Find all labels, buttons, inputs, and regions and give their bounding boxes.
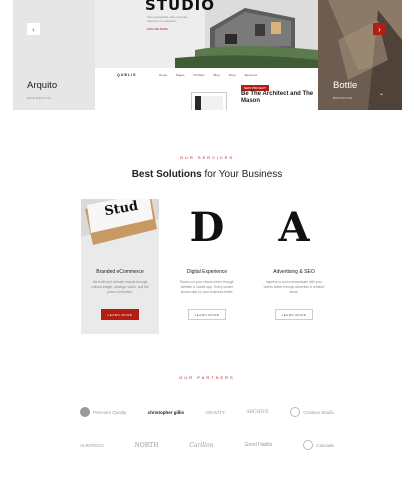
chevron-right-icon: › <box>378 24 381 34</box>
partner-name: Cascade <box>316 442 334 448</box>
partner-logo[interactable]: GRAVITY <box>206 410 225 415</box>
scroll-down-icon[interactable]: ⌄ <box>379 90 384 97</box>
service-name: Advertising & SEO <box>273 269 315 275</box>
partner-name: NORTH <box>134 441 159 449</box>
partners-row-1: Premium Quality christopher gillis GRAVI… <box>80 407 334 417</box>
preview-nav-item: Portfolio <box>193 73 205 77</box>
partner-logo[interactable]: Premium Quality <box>80 407 126 417</box>
partner-logo[interactable]: Creative Studio <box>290 407 334 417</box>
partner-name: GRAVITY <box>205 409 225 415</box>
partner-mark-icon <box>80 407 90 417</box>
hero-heading: STUDIO <box>145 0 215 14</box>
service-name: Digital Experience <box>186 269 228 275</box>
slide-subtitle: Residential <box>27 96 53 100</box>
slide-title: Arquito <box>27 80 58 91</box>
services-title-bold: Best Solutions <box>131 169 202 180</box>
partner-name: ARCHIVE <box>246 409 269 415</box>
service-desc: We build and unleash brands through cult… <box>91 280 149 294</box>
prev-arrow-button[interactable]: ‹ <box>27 23 40 35</box>
hero-text: Sed ut perspiciatis unde omnis iste natu… <box>147 16 188 23</box>
service-desc: Impress to and communicate with your cli… <box>263 280 325 294</box>
partner-logo[interactable]: Cascade <box>303 440 334 450</box>
preview-navbar: QUBLIS Home Pages Portfolio Blog Shop El… <box>95 68 318 82</box>
partners-row-2: ALRATECH NORTH Carillon Good Habits Casc… <box>80 440 334 450</box>
learn-more-button[interactable]: Learn more <box>101 309 139 320</box>
preview-nav-item: Elements <box>244 73 258 77</box>
partner-name: Creative Studio <box>303 409 334 415</box>
preview-content: New Project Be The Architect and The Mas… <box>95 82 318 110</box>
service-card-ecommerce[interactable]: Stud Branded eCommerce We build and unle… <box>81 199 159 334</box>
partner-logo[interactable]: Good Habits <box>245 442 273 448</box>
partner-logo[interactable]: Carillon <box>189 442 213 449</box>
partner-mark-icon <box>303 440 314 450</box>
letter-a-icon: A <box>278 204 310 251</box>
book-image: Stud <box>81 199 159 257</box>
services-eyebrow: Our Services <box>179 155 235 160</box>
learn-more-button[interactable]: Learn more <box>188 309 226 320</box>
partner-name: ALRATECH <box>80 442 104 448</box>
slide-bottle[interactable]: › Bottle Branding ⌄ <box>318 0 402 110</box>
partners-eyebrow: Our Partners <box>179 375 235 380</box>
device-mockup <box>191 92 227 110</box>
partner-name: Good Habits <box>244 442 273 448</box>
preview-headline: Be The Architect and The Mason <box>241 91 314 104</box>
slide-title: Bottle <box>333 80 358 91</box>
slide-arquito[interactable]: ‹ Arquito Residential <box>13 0 95 110</box>
book-image-svg: Stud <box>81 199 159 257</box>
service-card-digital[interactable]: D Digital Experience Reach out your clie… <box>168 199 246 334</box>
bottle-image <box>318 0 402 110</box>
service-letter-image: A <box>255 199 333 257</box>
service-name: Branded eCommerce <box>96 269 144 275</box>
partner-name: christopher gillis <box>147 409 185 415</box>
hero-carousel: ‹ Arquito Residential STUDIO Sed ut pers… <box>13 0 402 110</box>
letter-d-icon: D <box>189 204 225 251</box>
hero-link[interactable]: Explore more <box>147 28 168 31</box>
partner-mark-icon <box>290 407 301 417</box>
service-desc: Reach out your clients better through we… <box>179 280 235 294</box>
partner-logo[interactable]: ARCHIVE <box>246 410 268 415</box>
preview-nav-item: Home <box>159 73 168 77</box>
services-title: Best Solutions for Your Business <box>0 169 414 180</box>
slide-subtitle: Branding <box>333 96 353 100</box>
partner-name: Premium Quality <box>93 409 127 415</box>
partner-name: Carillon <box>189 441 214 449</box>
services-title-rest: for Your Business <box>201 169 283 180</box>
preview-nav-item: Shop <box>228 73 236 77</box>
preview-nav-item: Pages <box>176 73 185 77</box>
preview-logo: QUBLIS <box>117 73 137 77</box>
partner-logo[interactable]: ALRATECH <box>80 443 104 448</box>
service-card-advertising[interactable]: A Advertising & SEO Impress to and commu… <box>255 199 333 334</box>
hero-image: STUDIO Sed ut perspiciatis unde omnis is… <box>95 0 318 68</box>
service-letter-image: D <box>168 199 246 257</box>
partner-logo[interactable]: NORTH <box>135 442 159 449</box>
slide-studio[interactable]: STUDIO Sed ut perspiciatis unde omnis is… <box>95 0 318 110</box>
partner-logo[interactable]: christopher gillis <box>148 410 184 415</box>
preview-nav-item: Blog <box>213 73 220 77</box>
preview-nav-items: Home Pages Portfolio Blog Shop Elements <box>159 73 257 77</box>
learn-more-button[interactable]: Learn more <box>275 309 313 320</box>
chevron-left-icon: ‹ <box>32 24 35 34</box>
next-arrow-button[interactable]: › <box>373 23 386 35</box>
